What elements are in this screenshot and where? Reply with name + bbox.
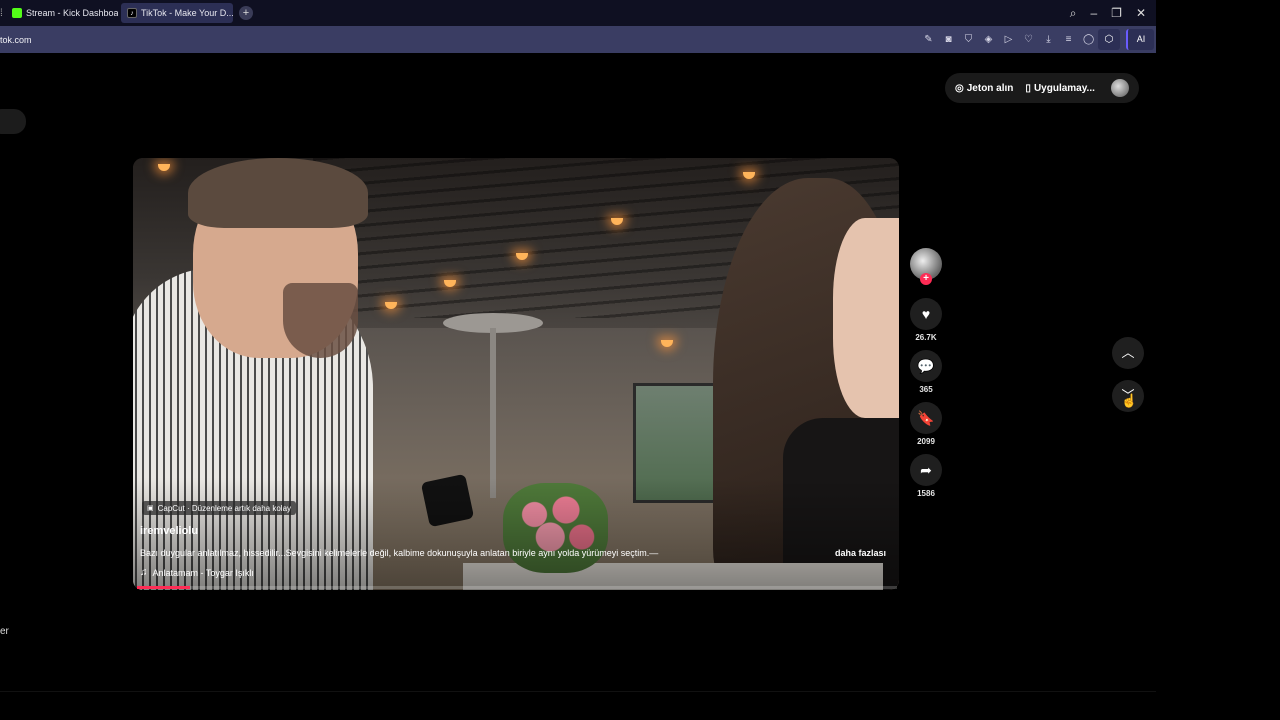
capcut-badge[interactable]: ▣ CapCut · Düzenleme artık daha kolay bbox=[142, 501, 297, 515]
share-count: 1586 bbox=[917, 489, 935, 498]
share-icon[interactable]: ➦ bbox=[910, 454, 942, 486]
save-action: 🔖 2099 bbox=[910, 402, 942, 446]
right-black-margin bbox=[1156, 0, 1280, 720]
tab-kick-dashboard[interactable]: Stream - Kick Dashboard bbox=[6, 3, 118, 23]
see-more-link[interactable]: daha fazlası bbox=[835, 548, 886, 558]
download-icon[interactable]: ⤓ bbox=[1043, 34, 1054, 45]
sidebar-text-fragment: er bbox=[0, 626, 9, 637]
kick-favicon-icon bbox=[12, 8, 22, 18]
video-caption: Bazı duygular anlatılmaz, hissedilir...S… bbox=[140, 548, 659, 558]
window-controls: ⌕ – ❐ ✕ bbox=[1070, 0, 1146, 26]
edit-icon[interactable]: ✎ bbox=[923, 34, 934, 45]
bottom-divider bbox=[0, 691, 1156, 692]
toolbar-icons: ✎ ◙ ⛉ ◈ ▷ ♡ ⤓ ≡ ◯ bbox=[923, 26, 1094, 53]
restore-icon[interactable]: ❐ bbox=[1111, 6, 1122, 20]
comment-icon[interactable]: 💬 bbox=[910, 350, 942, 382]
menu-icon[interactable]: ≡ bbox=[1063, 34, 1074, 45]
play-icon[interactable]: ▷ bbox=[1003, 34, 1014, 45]
ai-label: AI bbox=[1136, 34, 1146, 44]
header-actions: ◎ Jeton alın ▯ Uygulamay... bbox=[945, 73, 1139, 103]
video-scene-man-hair bbox=[188, 158, 368, 228]
bookmark-icon[interactable]: 🔖 bbox=[910, 402, 942, 434]
video-scene-man-beard bbox=[283, 283, 358, 358]
video-player[interactable] bbox=[133, 158, 899, 590]
coin-icon: ◎ bbox=[955, 82, 964, 94]
save-count: 2099 bbox=[917, 437, 935, 446]
comment-count: 365 bbox=[919, 385, 933, 394]
shield-icon[interactable]: ⛉ bbox=[963, 34, 974, 45]
search-tabs-icon[interactable]: ⌕ bbox=[1070, 6, 1077, 21]
url-field[interactable]: tok.com bbox=[0, 35, 32, 45]
tab-bar: ⁞ Stream - Kick Dashboard ♪ TikTok - Mak… bbox=[0, 0, 1156, 26]
extension-cube-icon[interactable]: ⬡ bbox=[1098, 29, 1120, 50]
follow-plus-icon[interactable]: + bbox=[920, 273, 932, 285]
vpn-icon[interactable]: ◈ bbox=[983, 34, 994, 45]
get-coins-button[interactable]: ◎ Jeton alın bbox=[955, 83, 1013, 94]
video-scene-woman-face bbox=[833, 218, 899, 418]
tab-label: TikTok - Make Your D... bbox=[141, 8, 233, 18]
comment-action: 💬 365 bbox=[910, 350, 942, 394]
tab-tiktok[interactable]: ♪ TikTok - Make Your D... bbox=[121, 3, 233, 23]
user-avatar[interactable] bbox=[1111, 79, 1129, 97]
new-tab-button[interactable]: + bbox=[239, 6, 253, 20]
browser-window: ⁞ Stream - Kick Dashboard ♪ TikTok - Mak… bbox=[0, 0, 1280, 720]
video-author[interactable]: iremveliolu bbox=[140, 525, 198, 537]
video-progress-fill bbox=[137, 586, 191, 589]
address-bar: tok.com ✎ ◙ ⛉ ◈ ▷ ♡ ⤓ ≡ ◯ ⬡ AI bbox=[0, 26, 1156, 53]
share-action: ➦ 1586 bbox=[910, 454, 942, 498]
music-title: Anlatamam - Toygar Işıklı bbox=[152, 567, 254, 578]
chevron-up-icon: ︿ bbox=[1121, 345, 1135, 360]
phone-icon: ▯ bbox=[1025, 82, 1031, 94]
get-app-button[interactable]: ▯ Uygulamay... bbox=[1025, 83, 1094, 94]
tab-label: Stream - Kick Dashboard bbox=[26, 8, 118, 18]
profile-icon[interactable]: ◯ bbox=[1083, 34, 1094, 45]
previous-video-button[interactable]: ︿ bbox=[1112, 337, 1144, 369]
video-progress-bar[interactable] bbox=[137, 586, 897, 589]
music-link[interactable]: ♫ Anlatamam - Toygar Işıklı bbox=[140, 567, 254, 578]
close-icon[interactable]: ✕ bbox=[1136, 6, 1146, 20]
heart-icon[interactable]: ♡ bbox=[1023, 34, 1034, 45]
music-note-icon: ♫ bbox=[140, 567, 148, 578]
ai-button[interactable]: AI bbox=[1126, 29, 1154, 50]
get-app-label: Uygulamay... bbox=[1033, 82, 1095, 94]
like-count: 26.7K bbox=[915, 333, 937, 342]
camera-icon[interactable]: ◙ bbox=[943, 34, 954, 45]
mouse-cursor-icon: ☝ bbox=[1121, 393, 1138, 408]
tiktok-favicon-icon: ♪ bbox=[127, 8, 137, 18]
capcut-label: CapCut · Düzenleme artık daha kolay bbox=[157, 503, 292, 513]
heart-icon[interactable]: ♥ bbox=[910, 298, 942, 330]
sidebar-search-fragment[interactable] bbox=[0, 109, 26, 134]
get-coins-label: Jeton alın bbox=[966, 82, 1014, 94]
capcut-icon: ▣ bbox=[147, 505, 154, 512]
minimize-icon[interactable]: – bbox=[1090, 6, 1097, 20]
like-action: ♥ 26.7K bbox=[910, 298, 942, 342]
